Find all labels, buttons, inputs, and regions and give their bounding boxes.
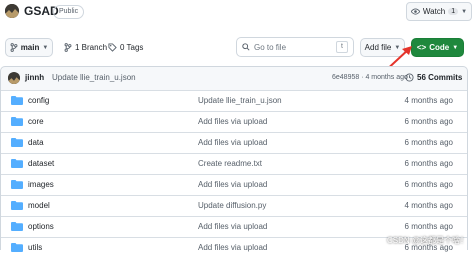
file-commit-message[interactable]: Add files via upload: [198, 222, 267, 231]
watch-label: Watch: [422, 7, 446, 16]
file-commit-message[interactable]: Update diffusion.py: [198, 201, 266, 210]
code-button[interactable]: <> Code ▼: [411, 38, 464, 57]
table-row[interactable]: data Add files via upload 6 months ago: [1, 132, 467, 154]
file-commit-message[interactable]: Add files via upload: [198, 243, 267, 252]
file-name[interactable]: data: [28, 138, 44, 147]
commit-author[interactable]: jinnh: [25, 73, 44, 82]
file-name[interactable]: model: [28, 201, 50, 210]
shortcut-key: t: [336, 41, 348, 53]
chevron-down-icon: ▼: [461, 8, 468, 15]
commit-message[interactable]: Update llie_train_u.json: [52, 73, 136, 82]
file-commit-time: 6 months ago: [404, 222, 453, 231]
file-commit-message[interactable]: Add files via upload: [198, 138, 267, 147]
watch-count: 1: [448, 8, 459, 15]
file-name[interactable]: dataset: [28, 159, 54, 168]
tags-count: 0 Tags: [120, 43, 144, 52]
commit-sha-time[interactable]: 6e48958 · 4 months ago: [332, 74, 408, 81]
visibility-badge: Public: [53, 5, 85, 19]
folder-icon: [11, 222, 23, 231]
chevron-down-icon: ▼: [452, 44, 459, 51]
table-row[interactable]: images Add files via upload 6 months ago: [1, 174, 467, 196]
file-commit-time: 6 months ago: [404, 117, 453, 126]
search-icon: [242, 43, 250, 51]
file-name[interactable]: config: [28, 96, 49, 105]
file-name[interactable]: options: [28, 222, 54, 231]
folder-icon: [11, 138, 23, 147]
folder-icon: [11, 96, 23, 105]
history-icon: [405, 73, 414, 82]
commits-count: 56 Commits: [417, 73, 463, 82]
table-row[interactable]: model Update diffusion.py 4 months ago: [1, 195, 467, 217]
file-commit-time: 4 months ago: [404, 201, 453, 210]
branch-selector[interactable]: main ▼: [5, 38, 53, 57]
latest-commit-bar: jinnh Update llie_train_u.json 6e48958 ·…: [0, 66, 468, 90]
file-commit-message[interactable]: Add files via upload: [198, 180, 267, 189]
commits-link[interactable]: 56 Commits: [405, 73, 462, 82]
folder-icon: [11, 243, 23, 252]
file-commit-message[interactable]: Create readme.txt: [198, 159, 262, 168]
watch-button[interactable]: Watch 1 ▼: [406, 2, 472, 21]
file-commit-time: 6 months ago: [404, 138, 453, 147]
table-row[interactable]: dataset Create readme.txt 6 months ago: [1, 153, 467, 175]
chevron-down-icon: ▼: [42, 44, 49, 51]
watermark: CSDN @这都是个啥！: [386, 236, 468, 245]
file-commit-message[interactable]: Update llie_train_u.json: [198, 96, 282, 105]
tags-link[interactable]: 0 Tags: [108, 43, 143, 52]
table-row[interactable]: config Update llie_train_u.json 4 months a…: [1, 90, 467, 112]
folder-icon: [11, 180, 23, 189]
branches-count: 1 Branch: [75, 43, 108, 52]
tag-icon: [108, 43, 117, 52]
file-list: config Update llie_train_u.json 4 months a…: [0, 90, 468, 252]
file-commit-time: 6 months ago: [404, 180, 453, 189]
file-name[interactable]: utils: [28, 243, 42, 252]
go-to-file-input[interactable]: Go to file t: [236, 37, 354, 57]
code-label: Code: [429, 43, 450, 52]
code-icon: <>: [416, 43, 427, 52]
table-row[interactable]: core Add files via upload 6 months ago: [1, 111, 467, 133]
eye-icon: [410, 8, 420, 15]
commit-author-avatar[interactable]: [8, 72, 20, 84]
repo-header: GSAD Public Watch 1 ▼: [0, 0, 474, 26]
file-name[interactable]: images: [28, 180, 54, 189]
folder-icon: [11, 117, 23, 126]
branch-name: main: [20, 43, 40, 52]
branch-icon: [64, 43, 72, 52]
branch-icon: [10, 43, 18, 52]
file-commit-time: 4 months ago: [404, 96, 453, 105]
folder-icon: [11, 159, 23, 168]
folder-icon: [11, 201, 23, 210]
file-name[interactable]: core: [28, 117, 44, 126]
search-placeholder: Go to file: [254, 42, 287, 52]
file-commit-time: 6 months ago: [404, 159, 453, 168]
repo-owner-avatar[interactable]: [5, 4, 19, 18]
file-commit-message[interactable]: Add files via upload: [198, 117, 267, 126]
branches-link[interactable]: 1 Branch: [64, 43, 107, 52]
